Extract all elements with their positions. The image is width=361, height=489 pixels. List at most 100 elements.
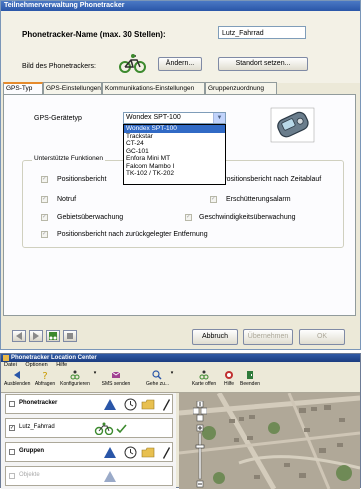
cancel-button[interactable]: Abbruch bbox=[192, 329, 238, 345]
row-checkbox[interactable]: ✓ bbox=[9, 425, 15, 431]
gebietsueberwachung-label: Gebietsüberwachung bbox=[57, 214, 124, 221]
tracker-name-label: Phonetracker-Name (max. 30 Stellen): bbox=[22, 30, 166, 39]
list-row-gruppen[interactable]: Gruppen bbox=[5, 442, 173, 462]
notruf-checkbox: ✓ bbox=[41, 196, 48, 203]
tab-communication-settings[interactable]: Kommunikations-Einstellungen bbox=[102, 82, 205, 94]
nav-bicycle-button[interactable] bbox=[46, 330, 60, 342]
open-map-button[interactable]: Karte offen bbox=[191, 370, 217, 387]
list-row-lutz-fahrrad[interactable]: ✓ Lutz_Fahrrad bbox=[5, 418, 173, 438]
gps-device-option[interactable]: TK-102 / TK-202 bbox=[124, 170, 225, 178]
arrow-right-icon bbox=[33, 332, 39, 340]
notruf-label: Notruf bbox=[57, 196, 77, 203]
person-icon[interactable] bbox=[103, 470, 117, 483]
gps-device-image bbox=[270, 107, 315, 143]
goto-dropdown-arrow[interactable]: ▾ bbox=[170, 370, 174, 376]
folder-icon[interactable] bbox=[141, 446, 155, 459]
help-icon bbox=[225, 371, 233, 379]
gebietsueberwachung-checkbox: ✓ bbox=[41, 214, 48, 221]
gps-device-label: GPS-Gerätetyp bbox=[34, 115, 82, 122]
set-location-button[interactable]: Standort setzen... bbox=[218, 57, 308, 71]
query-button[interactable]: ? Abfragen bbox=[32, 370, 58, 387]
bicycle-icon bbox=[119, 54, 146, 73]
tracker-list-panel: Phonetracker ✓ Lutz_Fahrrad Gruppen Obje… bbox=[1, 393, 176, 489]
tab-bar: GPS-Typ GPS-Einstellungen Kommunikations… bbox=[0, 82, 359, 95]
exit-icon bbox=[247, 371, 253, 379]
aerial-map[interactable] bbox=[179, 393, 360, 489]
tracker-name-input[interactable]: Lutz_Fahrrad bbox=[218, 26, 306, 39]
nav-stop-button[interactable] bbox=[63, 330, 77, 342]
help-label: Hilfe bbox=[223, 381, 234, 387]
person-icon[interactable] bbox=[103, 398, 117, 411]
configure-button[interactable]: Konfigurieren bbox=[59, 370, 91, 387]
tab-group-assignment[interactable]: Gruppenzuordnung bbox=[205, 82, 277, 94]
erschuetterungsalarm-label: Erschütterungsalarm bbox=[226, 196, 291, 203]
nav-prev-button[interactable] bbox=[12, 330, 26, 342]
help-button[interactable]: Hilfe bbox=[220, 370, 238, 387]
gps-device-option[interactable]: Trackstar bbox=[124, 133, 225, 141]
search-icon bbox=[152, 370, 162, 380]
sms-icon bbox=[111, 371, 121, 378]
open-map-label: Karte offen bbox=[191, 381, 217, 387]
bicycle-icon bbox=[199, 370, 209, 380]
configure-label: Konfigurieren bbox=[60, 381, 90, 387]
positionsbericht-checkbox: ✓ bbox=[41, 176, 48, 183]
row-checkbox[interactable] bbox=[9, 401, 15, 407]
geschwindigkeit-label: Geschwindigkeitsüberwachung bbox=[199, 214, 296, 221]
row-label: Gruppen bbox=[19, 448, 44, 454]
menu-optionen[interactable]: Optionen bbox=[25, 362, 47, 368]
arrow-left-icon bbox=[16, 332, 22, 340]
clock-icon[interactable] bbox=[124, 398, 137, 411]
clock-icon[interactable] bbox=[124, 446, 137, 459]
hide-label: Ausblenden bbox=[4, 381, 31, 387]
entfernung-checkbox: ✓ bbox=[41, 231, 48, 238]
change-picture-button[interactable]: Ändern... bbox=[158, 57, 202, 71]
bicycle-icon bbox=[49, 332, 57, 340]
row-label: Phonetracker bbox=[19, 400, 58, 406]
gps-device-option[interactable]: CT-24 bbox=[124, 140, 225, 148]
supported-functions-label: Unterstützte Funktionen bbox=[32, 155, 106, 162]
goto-label: Gehe zu... bbox=[146, 381, 170, 387]
goto-button[interactable]: Gehe zu... bbox=[146, 370, 170, 387]
menu-hilfe[interactable]: Hilfe bbox=[56, 362, 67, 368]
nav-next-button[interactable] bbox=[29, 330, 43, 342]
bicycle-icon bbox=[70, 370, 80, 380]
row-checkbox[interactable] bbox=[9, 473, 15, 479]
gps-device-option[interactable]: GC-101 bbox=[124, 148, 225, 156]
row-label: Objekte bbox=[19, 472, 40, 478]
erschuetterungsalarm-checkbox: ✓ bbox=[210, 196, 217, 203]
gps-device-option[interactable]: Enfora Mini MT bbox=[124, 155, 225, 163]
stop-icon bbox=[67, 333, 73, 339]
apply-button[interactable]: Übernehmen bbox=[243, 329, 293, 345]
person-icon[interactable] bbox=[103, 446, 117, 459]
map-zoom-control[interactable] bbox=[193, 401, 207, 489]
row-checkbox[interactable] bbox=[9, 449, 15, 455]
tab-gps-settings[interactable]: GPS-Einstellungen bbox=[43, 82, 102, 94]
list-row-phonetracker[interactable]: Phonetracker bbox=[5, 394, 173, 414]
send-sms-button[interactable]: SMS senden bbox=[101, 370, 131, 387]
app-icon bbox=[3, 355, 9, 361]
geschwindigkeit-checkbox: ✓ bbox=[185, 214, 192, 221]
configure-dropdown-arrow[interactable]: ▾ bbox=[93, 370, 97, 376]
row-label: Lutz_Fahrrad bbox=[19, 424, 55, 430]
positionsbericht-label: Positionsbericht bbox=[57, 176, 107, 183]
ok-button[interactable]: OK bbox=[299, 329, 345, 345]
folder-icon[interactable] bbox=[141, 398, 155, 411]
hide-button[interactable]: Ausblenden bbox=[4, 370, 30, 387]
exit-button[interactable]: Beenden bbox=[239, 370, 261, 387]
query-label: Abfragen bbox=[34, 381, 56, 387]
chevron-down-icon[interactable]: ▼ bbox=[213, 113, 225, 123]
dialog-title: Teilnehmerverwaltung Phonetracker bbox=[1, 1, 360, 11]
location-center-window: Phonetracker Location Center Datei Optio… bbox=[0, 353, 361, 489]
list-row-objekte[interactable]: Objekte bbox=[5, 466, 173, 486]
checkmark-icon bbox=[116, 424, 127, 434]
svg-text:?: ? bbox=[42, 371, 47, 380]
tracker-picture-label: Bild des Phonetrackers: bbox=[22, 63, 96, 70]
gps-device-select[interactable]: Wondex SPT-100 ▼ bbox=[123, 112, 226, 124]
location-center-title: Phonetracker Location Center bbox=[1, 354, 360, 362]
gps-device-option[interactable]: Wondex SPT-100 bbox=[124, 125, 225, 133]
gps-device-option[interactable]: Falcom Mambo I bbox=[124, 163, 225, 171]
pen-icon[interactable] bbox=[161, 445, 171, 460]
zeitablauf-label: Positionsbericht nach Zeitablauf bbox=[222, 176, 322, 183]
menu-datei[interactable]: Datei bbox=[4, 362, 17, 368]
pen-icon[interactable] bbox=[161, 397, 171, 412]
